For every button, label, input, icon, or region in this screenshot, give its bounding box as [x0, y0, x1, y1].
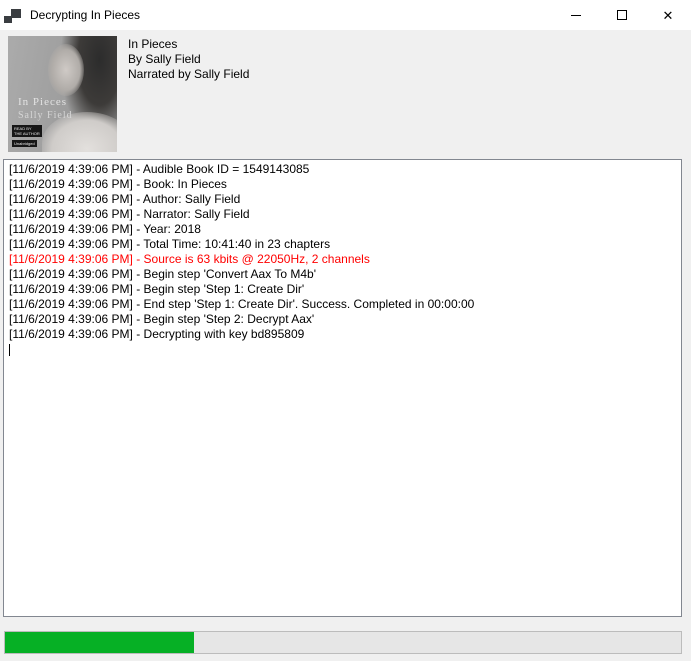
book-cover-image: In Pieces Sally Field READ BY THE AUTHOR… [8, 36, 117, 152]
progress-bar-fill [5, 632, 194, 653]
book-byline: By Sally Field [128, 52, 249, 67]
window-controls: ✕ [553, 0, 691, 30]
log-line: [11/6/2019 4:39:06 PM] - Year: 2018 [9, 222, 681, 237]
log-line: [11/6/2019 4:39:06 PM] - End step 'Step … [9, 297, 681, 312]
minimize-button[interactable] [553, 0, 599, 30]
minimize-icon [571, 15, 581, 16]
cover-portrait-face [48, 44, 84, 96]
book-narrator: Narrated by Sally Field [128, 67, 249, 82]
log-line: [11/6/2019 4:39:06 PM] - Decrypting with… [9, 327, 681, 342]
log-line: [11/6/2019 4:39:06 PM] - Author: Sally F… [9, 192, 681, 207]
app-window: Decrypting In Pieces ✕ In Pieces Sally F… [0, 0, 691, 661]
caret-line [9, 342, 681, 357]
log-output[interactable]: [11/6/2019 4:39:06 PM] - Audible Book ID… [3, 159, 682, 617]
title-bar[interactable]: Decrypting In Pieces ✕ [0, 0, 691, 30]
app-icon-square-big [11, 9, 21, 18]
cover-author-text: Sally Field [18, 110, 73, 121]
cover-read-by-badge: READ BY THE AUTHOR [12, 125, 42, 137]
log-line: [11/6/2019 4:39:06 PM] - Source is 63 kb… [9, 252, 681, 267]
log-line: [11/6/2019 4:39:06 PM] - Book: In Pieces [9, 177, 681, 192]
close-icon: ✕ [663, 9, 674, 22]
log-line: [11/6/2019 4:39:06 PM] - Begin step 'Con… [9, 267, 681, 282]
log-line: [11/6/2019 4:39:06 PM] - Narrator: Sally… [9, 207, 681, 222]
window-title: Decrypting In Pieces [30, 8, 140, 22]
log-line: [11/6/2019 4:39:06 PM] - Audible Book ID… [9, 162, 681, 177]
app-icon [4, 7, 22, 23]
maximize-button[interactable] [599, 0, 645, 30]
app-icon-square-small [4, 16, 12, 23]
log-line: [11/6/2019 4:39:06 PM] - Total Time: 10:… [9, 237, 681, 252]
book-title: In Pieces [128, 37, 249, 52]
book-meta: In Pieces By Sally Field Narrated by Sal… [128, 37, 249, 82]
cover-unabridged-badge: Unabridged [12, 140, 37, 147]
close-button[interactable]: ✕ [645, 0, 691, 30]
text-caret [9, 344, 10, 356]
progress-bar [4, 631, 682, 654]
maximize-icon [617, 10, 627, 20]
log-line: [11/6/2019 4:39:06 PM] - Begin step 'Ste… [9, 282, 681, 297]
cover-title-text: In Pieces [18, 96, 67, 108]
log-line: [11/6/2019 4:39:06 PM] - Begin step 'Ste… [9, 312, 681, 327]
